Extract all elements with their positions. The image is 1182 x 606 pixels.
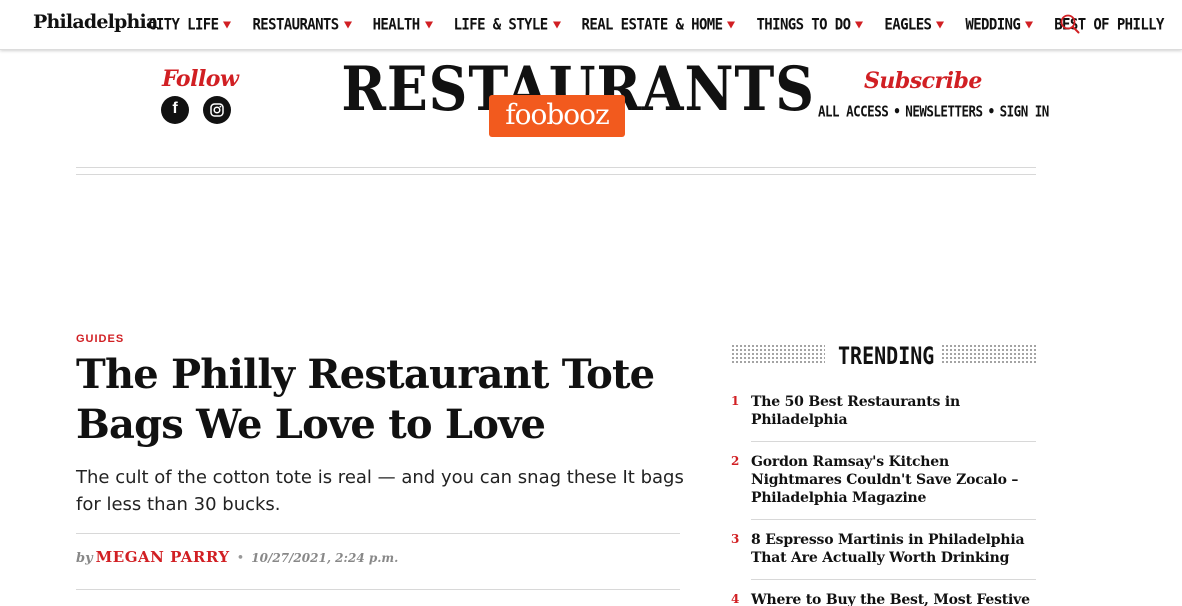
divider — [751, 579, 1036, 580]
nav-item-things-to-do[interactable]: THINGS TO DO — [756, 15, 864, 35]
trending-number: 1 — [731, 394, 740, 408]
newsletters-link[interactable]: NEWSLETTERS — [905, 102, 983, 120]
article-byline: by MEGAN PARRY • 10/27/2021, 2:24 p.m. — [76, 548, 398, 566]
trending-title-link[interactable]: Where to Buy the Best, Most Festive — [751, 591, 1041, 606]
trending-number: 2 — [731, 454, 740, 468]
caret-down-icon — [727, 21, 736, 29]
article-headline: The Philly Restaurant Tote Bags We Love … — [76, 351, 655, 448]
nav-item-label: REAL ESTATE & HOME — [581, 15, 724, 35]
trending-number: 4 — [731, 592, 740, 606]
nav-item-city-life[interactable]: CITY LIFE — [148, 15, 232, 35]
nav-item-label: WEDDING — [965, 15, 1021, 35]
caret-down-icon — [223, 21, 232, 29]
link-separator: • — [987, 102, 996, 120]
caret-down-icon — [552, 21, 561, 29]
nav-item-label: CITY LIFE — [148, 15, 219, 35]
follow-label: Follow — [162, 66, 239, 92]
trending-title-link[interactable]: Gordon Ramsay's Kitchen Nightmares Could… — [751, 453, 1041, 507]
trending-title-link[interactable]: The 50 Best Restaurants in Philadelphia — [751, 393, 1041, 429]
facebook-glyph: f — [172, 100, 178, 117]
trending-number: 3 — [731, 532, 740, 546]
trending-title-link[interactable]: 8 Espresso Martinis in Philadelphia That… — [751, 531, 1041, 567]
nav-item-restaurants[interactable]: RESTAURANTS — [252, 15, 352, 35]
article-category[interactable]: GUIDES — [76, 333, 124, 345]
main-menu: CITY LIFE RESTAURANTS HEALTH LIFE & STYL… — [148, 0, 1182, 50]
dot-pattern-decoration — [941, 344, 1036, 364]
subscribe-link[interactable]: Subscribe — [864, 68, 982, 94]
search-icon[interactable] — [1059, 13, 1081, 35]
subscribe-links: ALL ACCESS • NEWSLETTERS • SIGN IN — [818, 102, 1049, 120]
foobooz-logo[interactable]: foobooz — [489, 95, 625, 137]
link-separator: • — [893, 102, 901, 120]
sign-in-link[interactable]: SIGN IN — [1000, 102, 1050, 120]
divider — [76, 167, 1036, 168]
nav-item-label: EAGLES — [884, 15, 932, 35]
byline-prefix: by — [76, 551, 93, 566]
site-logo[interactable]: Philadelphia — [33, 11, 158, 33]
caret-down-icon — [936, 21, 945, 29]
nav-item-label: THINGS TO DO — [756, 15, 851, 35]
publish-date: 10/27/2021, 2:24 p.m. — [251, 551, 399, 565]
nav-item-label: HEALTH — [372, 15, 421, 35]
author-link[interactable]: MEGAN PARRY — [96, 548, 230, 566]
nav-item-wedding[interactable]: WEDDING — [965, 15, 1034, 35]
divider — [76, 533, 680, 534]
nav-item-eagles[interactable]: EAGLES — [884, 15, 945, 35]
nav-item-label: RESTAURANTS — [252, 15, 339, 35]
divider — [751, 519, 1036, 520]
caret-down-icon — [1025, 21, 1034, 29]
nav-item-health[interactable]: HEALTH — [373, 16, 433, 34]
divider — [76, 174, 1036, 175]
caret-down-icon — [343, 21, 352, 29]
caret-down-icon — [855, 21, 864, 29]
instagram-icon[interactable] — [203, 96, 231, 124]
nav-item-life-style[interactable]: LIFE & STYLE — [454, 16, 561, 34]
divider — [751, 441, 1036, 442]
byline-separator: • — [236, 551, 245, 566]
dot-pattern-decoration — [731, 344, 825, 364]
facebook-icon[interactable]: f — [161, 96, 189, 124]
nav-item-label: LIFE & STYLE — [453, 15, 549, 35]
top-nav: Philadelphia CITY LIFE RESTAURANTS HEALT… — [0, 0, 1182, 50]
all-access-link[interactable]: ALL ACCESS — [818, 102, 889, 120]
caret-down-icon — [424, 21, 433, 29]
trending-title: TRENDING — [838, 341, 935, 370]
article-dek: The cult of the cotton tote is real — an… — [76, 467, 684, 515]
instagram-glyph — [210, 103, 224, 117]
nav-item-real-estate-home[interactable]: REAL ESTATE & HOME — [582, 16, 736, 34]
divider — [76, 589, 680, 590]
